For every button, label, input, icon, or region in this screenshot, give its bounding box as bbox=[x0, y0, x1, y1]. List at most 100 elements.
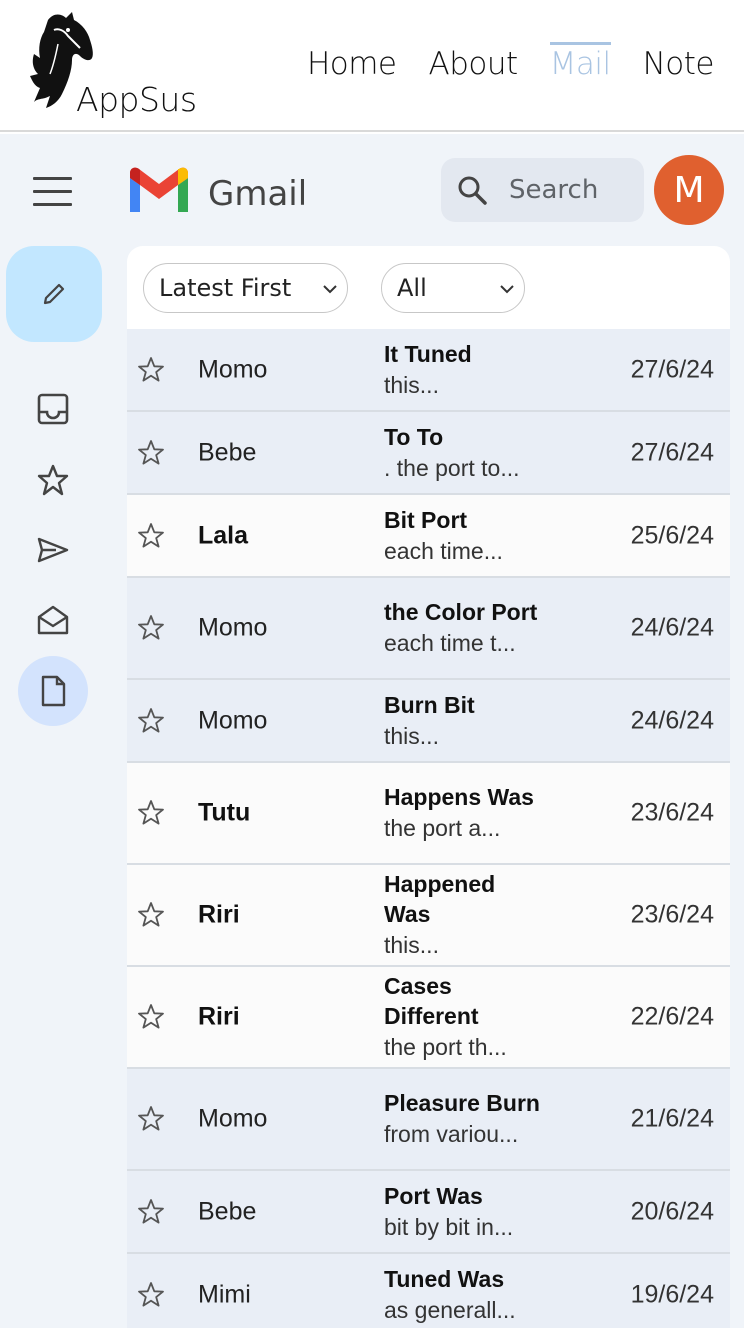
sort-select[interactable]: Latest First bbox=[143, 263, 348, 313]
star-toggle-icon[interactable] bbox=[137, 1003, 165, 1031]
star-toggle-icon[interactable] bbox=[137, 522, 165, 550]
mail-sender: Tutu bbox=[198, 798, 251, 827]
mail-subject: Tuned Was bbox=[384, 1265, 505, 1292]
gmail-app: Gmail M bbox=[0, 134, 744, 1328]
mail-content: Pleasure Burn from variou... bbox=[384, 1088, 544, 1150]
app-header: AppSus Home About Mail Note bbox=[0, 0, 744, 132]
status-select-value: All bbox=[397, 274, 427, 302]
mail-snippet: each time... bbox=[384, 537, 503, 564]
search-input[interactable] bbox=[509, 168, 639, 212]
search-box[interactable] bbox=[441, 158, 644, 222]
compose-button[interactable] bbox=[6, 246, 102, 342]
mail-row[interactable]: Momo It Tuned this... 27/6/24 bbox=[127, 329, 730, 412]
mail-date: 25/6/24 bbox=[630, 521, 714, 549]
sidebar-item-sent[interactable] bbox=[18, 515, 88, 585]
mail-row[interactable]: Riri Happened Was this... 23/6/24 bbox=[127, 865, 730, 967]
star-toggle-icon[interactable] bbox=[137, 439, 165, 467]
mail-row[interactable]: Riri Cases Different the port th... 22/6/24 bbox=[127, 967, 730, 1069]
app-logo[interactable]: AppSus bbox=[26, 10, 206, 119]
pencil-icon bbox=[43, 283, 65, 305]
mail-content: It Tuned this... bbox=[384, 339, 544, 401]
draft-file-icon bbox=[41, 675, 66, 707]
status-select[interactable]: All bbox=[381, 263, 525, 313]
star-toggle-icon[interactable] bbox=[137, 799, 165, 827]
mail-row[interactable]: Bebe To To . the port to... 27/6/24 bbox=[127, 412, 730, 495]
mail-subject: Burn Bit bbox=[384, 691, 475, 718]
inbox-icon bbox=[37, 393, 69, 425]
mail-row[interactable]: Bebe Port Was bit by bit in... 20/6/24 bbox=[127, 1171, 730, 1254]
sort-select-value: Latest First bbox=[159, 274, 292, 302]
mail-sender: Lala bbox=[198, 521, 249, 549]
star-toggle-icon[interactable] bbox=[137, 1105, 165, 1133]
mail-subject: Pleasure Burn bbox=[384, 1090, 540, 1116]
mail-date: 21/6/24 bbox=[630, 1104, 714, 1133]
mail-snippet: this... bbox=[384, 722, 439, 749]
mail-snippet: the port a... bbox=[384, 815, 501, 841]
mail-sender: Momo bbox=[198, 706, 268, 734]
sidebar-item-starred[interactable] bbox=[18, 445, 88, 515]
mail-row[interactable]: Momo Pleasure Burn from variou... 21/6/24 bbox=[127, 1069, 730, 1171]
mail-date: 19/6/24 bbox=[630, 1280, 714, 1308]
mail-date: 24/6/24 bbox=[630, 706, 714, 734]
mail-row[interactable]: Momo the Color Port each time t... 24/6/24 bbox=[127, 578, 730, 680]
mail-content: Cases Different the port th... bbox=[384, 971, 544, 1063]
sidebar-item-drafts[interactable] bbox=[18, 656, 88, 726]
mail-subject: Happened Was bbox=[384, 871, 496, 927]
top-nav: Home About Mail Note bbox=[307, 42, 715, 82]
mail-snippet: this... bbox=[384, 371, 439, 398]
app-logo-text: AppSus bbox=[76, 80, 197, 119]
menu-icon[interactable] bbox=[33, 177, 73, 207]
star-icon bbox=[37, 464, 69, 496]
mail-date: 23/6/24 bbox=[630, 798, 714, 827]
mail-snippet: each time t... bbox=[384, 630, 516, 656]
mail-date: 24/6/24 bbox=[630, 613, 714, 642]
mail-snippet: this... bbox=[384, 932, 439, 958]
star-toggle-icon[interactable] bbox=[137, 901, 165, 929]
mail-sender: Mimi bbox=[198, 1280, 251, 1308]
mail-row[interactable]: Momo Burn Bit this... 24/6/24 bbox=[127, 680, 730, 763]
mail-content: Bit Port each time... bbox=[384, 505, 544, 567]
nav-about[interactable]: About bbox=[428, 42, 518, 82]
star-toggle-icon[interactable] bbox=[137, 614, 165, 642]
mail-date: 27/6/24 bbox=[630, 355, 714, 383]
sidebar-item-all-mail[interactable] bbox=[18, 585, 88, 655]
mail-date: 23/6/24 bbox=[630, 900, 714, 929]
mail-snippet: as generall... bbox=[384, 1296, 516, 1323]
chevron-down-icon bbox=[323, 285, 337, 294]
send-icon bbox=[37, 537, 69, 563]
mail-row[interactable]: Tutu Happens Was the port a... 23/6/24 bbox=[127, 763, 730, 865]
mail-sender: Riri bbox=[198, 900, 240, 929]
avatar[interactable]: M bbox=[654, 155, 724, 225]
mail-row[interactable]: Mimi Tuned Was as generall... 19/6/24 bbox=[127, 1254, 730, 1328]
nav-home[interactable]: Home bbox=[307, 42, 397, 82]
mail-sender: Bebe bbox=[198, 438, 257, 466]
mail-subject: Port Was bbox=[384, 1182, 483, 1209]
mail-list: Momo It Tuned this... 27/6/24 Bebe To To . the… bbox=[127, 329, 730, 1328]
mail-content: the Color Port each time t... bbox=[384, 597, 544, 659]
star-toggle-icon[interactable] bbox=[137, 1198, 165, 1226]
mail-subject: Cases Different bbox=[384, 973, 479, 1029]
mail-snippet: . the port to... bbox=[384, 454, 520, 481]
mail-snippet: bit by bit in... bbox=[384, 1213, 514, 1240]
mail-date: 20/6/24 bbox=[630, 1197, 714, 1225]
gmail-logo-icon bbox=[130, 167, 188, 212]
nav-mail[interactable]: Mail bbox=[549, 42, 611, 82]
chevron-down-icon bbox=[500, 285, 514, 294]
mail-subject: Bit Port bbox=[384, 506, 468, 533]
mail-row[interactable]: Lala Bit Port each time... 25/6/24 bbox=[127, 495, 730, 578]
mail-content: Port Was bit by bit in... bbox=[384, 1181, 544, 1243]
mail-subject: the Color Port bbox=[384, 599, 538, 625]
search-icon[interactable] bbox=[456, 174, 488, 206]
star-toggle-icon[interactable] bbox=[137, 1281, 165, 1309]
mail-sender: Bebe bbox=[198, 1197, 257, 1225]
mail-subject: It Tuned bbox=[384, 340, 472, 367]
mail-date: 27/6/24 bbox=[630, 438, 714, 466]
sidebar-item-inbox[interactable] bbox=[18, 374, 88, 444]
mail-sender: Riri bbox=[198, 1002, 240, 1031]
mail-content: To To . the port to... bbox=[384, 422, 544, 484]
mail-sender: Momo bbox=[198, 613, 268, 642]
star-toggle-icon[interactable] bbox=[137, 707, 165, 735]
nav-note[interactable]: Note bbox=[643, 42, 715, 82]
star-toggle-icon[interactable] bbox=[137, 356, 165, 384]
mail-subject: Happens Was bbox=[384, 784, 534, 810]
